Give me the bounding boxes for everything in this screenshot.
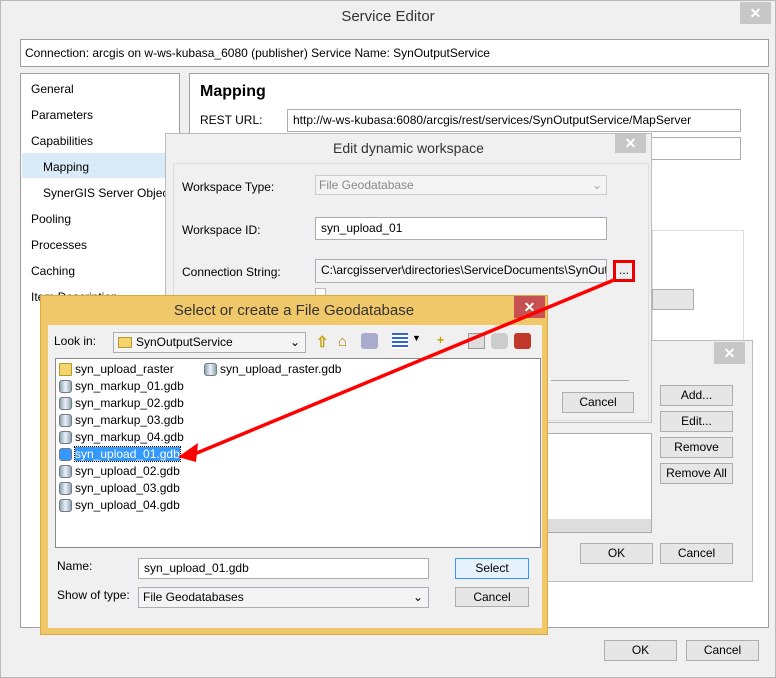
arrow-line (191, 278, 615, 457)
annotation-arrow (178, 278, 615, 462)
arrow-head (178, 443, 198, 462)
